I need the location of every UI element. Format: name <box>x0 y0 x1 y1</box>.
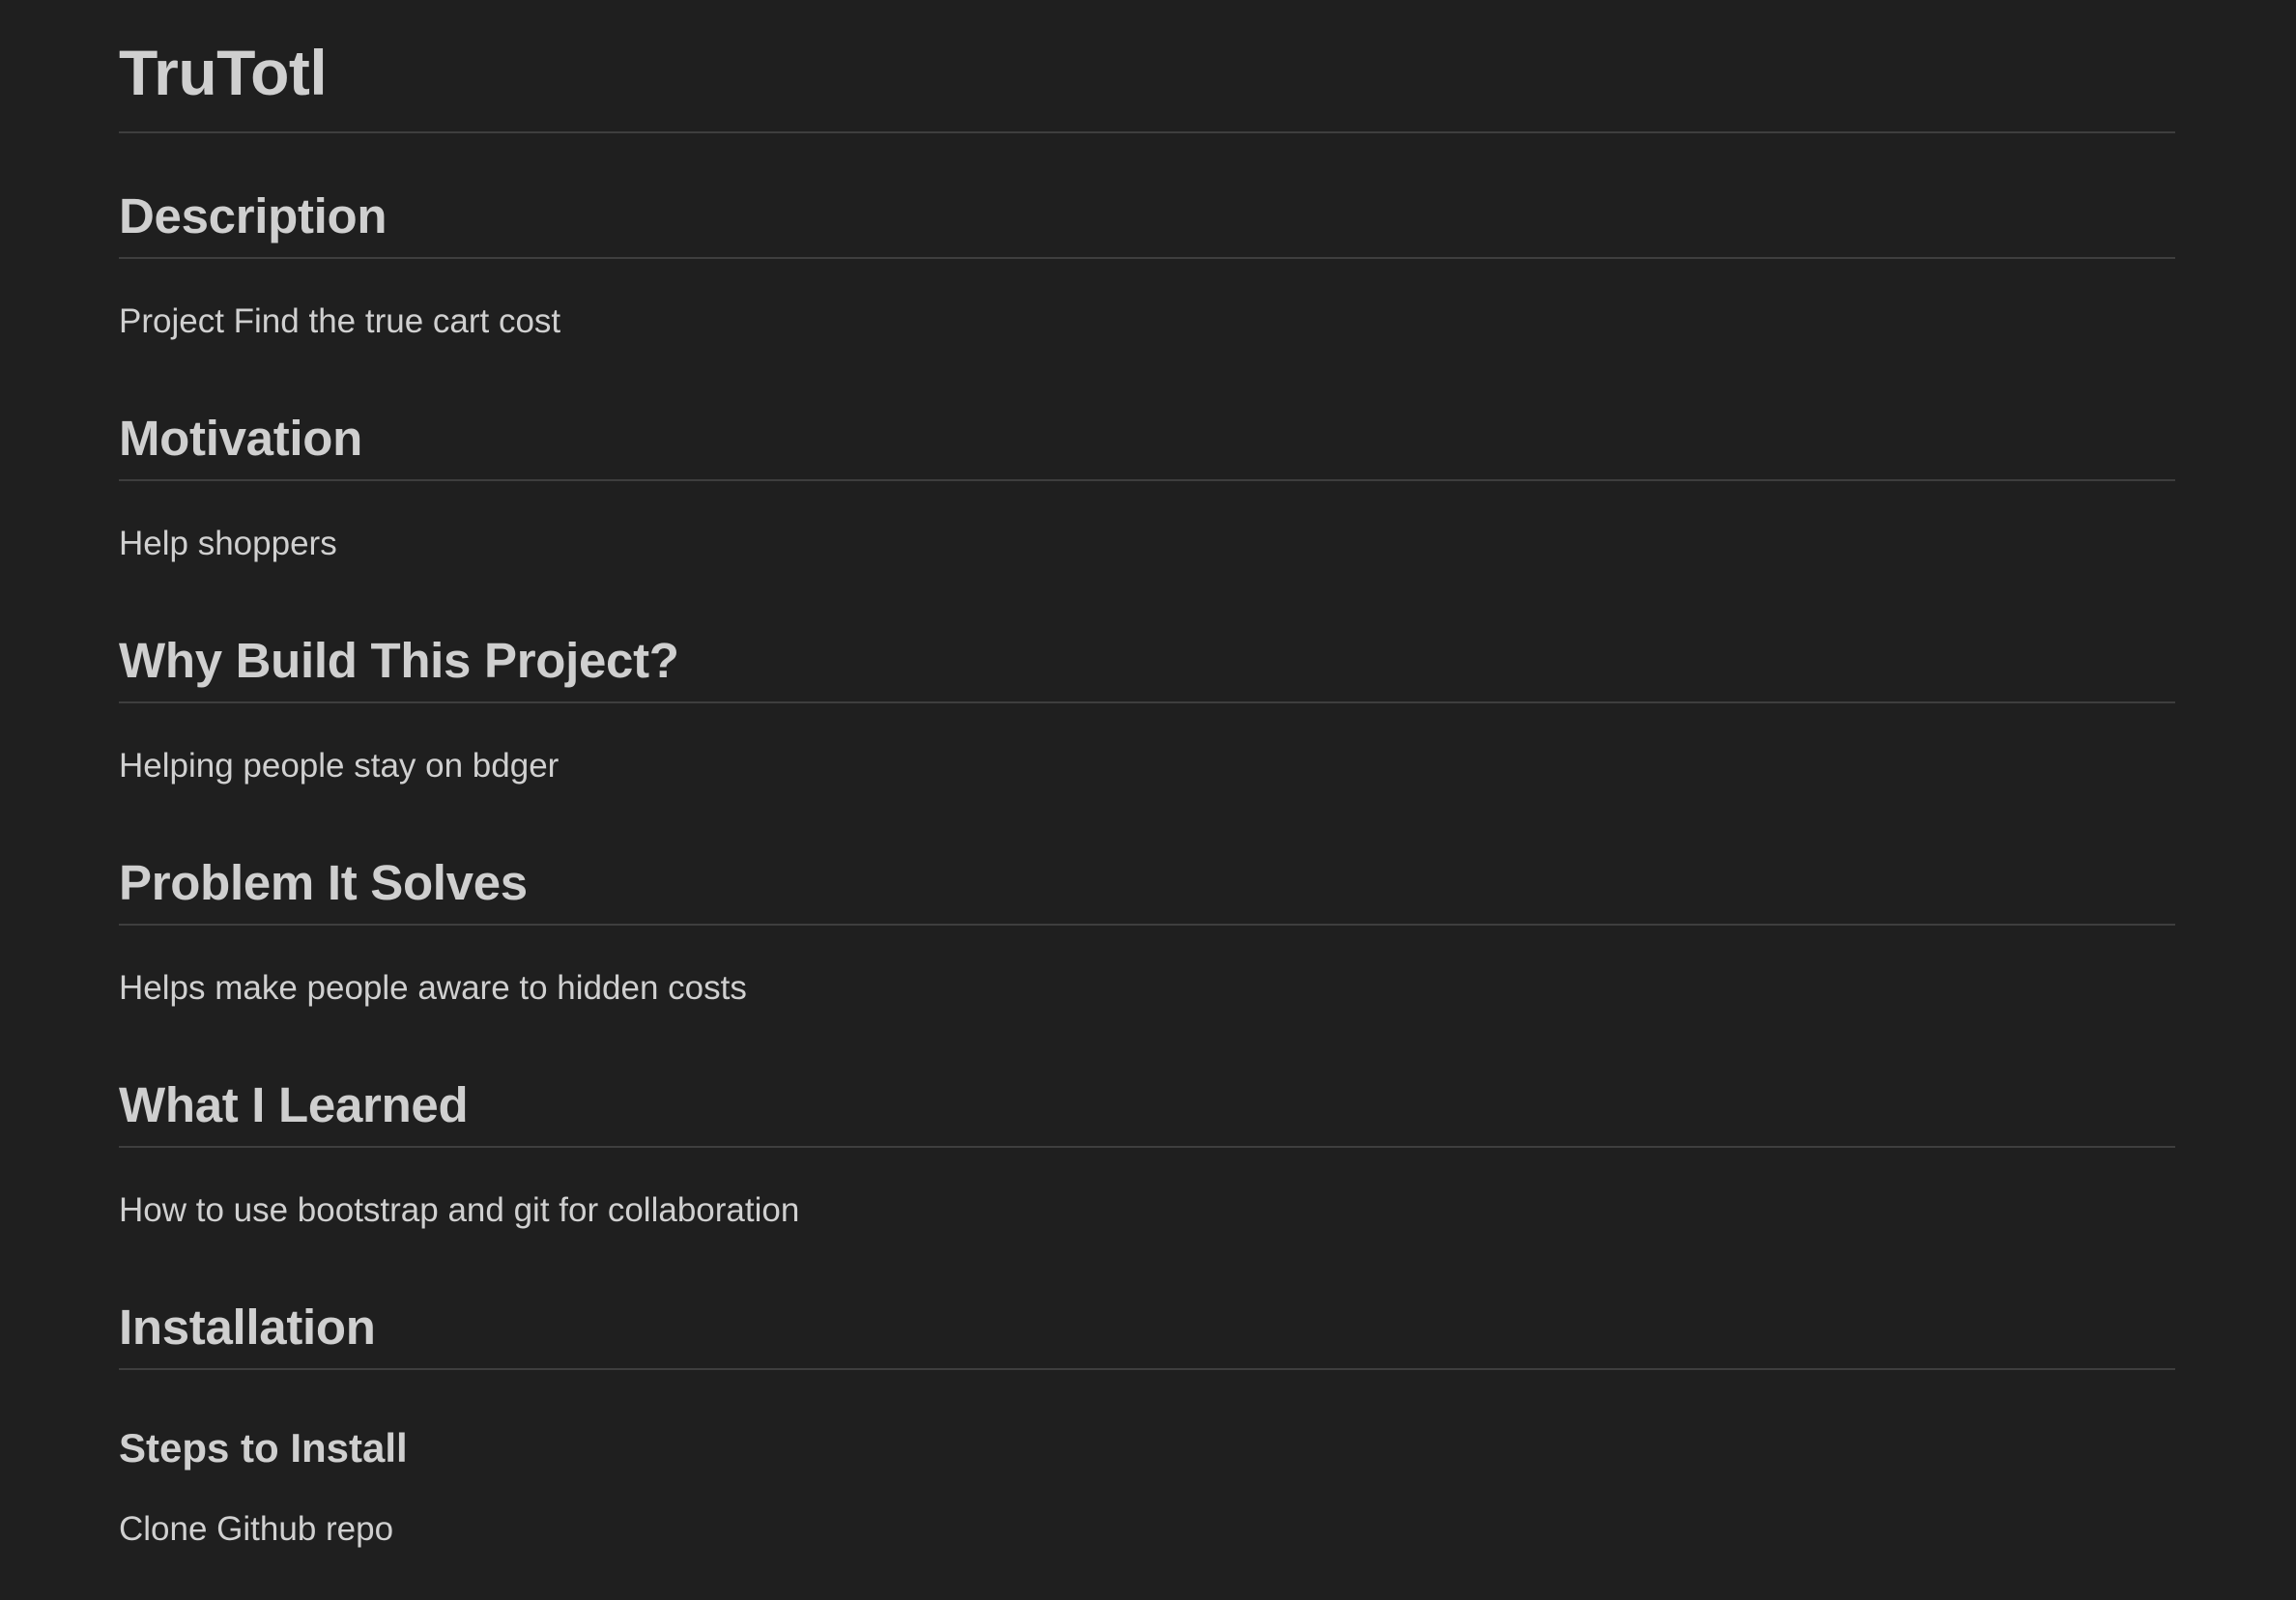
section-divider <box>119 701 2175 703</box>
section-body: How to use bootstrap and git for collabo… <box>119 1191 800 1229</box>
section-divider <box>119 479 2175 481</box>
section-divider <box>119 924 2175 926</box>
section-heading: Description <box>119 188 387 243</box>
section-why-build: Why Build This Project? Helping people s… <box>119 632 2175 786</box>
section-heading: What I Learned <box>119 1077 469 1132</box>
section-installation: Installation Steps to Install Clone Gith… <box>119 1299 2175 1550</box>
section-learned: What I Learned How to use bootstrap and … <box>119 1076 2175 1231</box>
title-divider <box>119 131 2175 133</box>
section-divider <box>119 1368 2175 1370</box>
section-body: Help shoppers <box>119 525 337 562</box>
markdown-document: TruTotl Description Project Find the tru… <box>119 0 2175 1548</box>
section-heading: Motivation <box>119 411 362 466</box>
section-divider <box>119 257 2175 259</box>
section-heading: Why Build This Project? <box>119 633 679 688</box>
section-description: Description Project Find the true cart c… <box>119 187 2175 342</box>
section-motivation: Motivation Help shoppers <box>119 410 2175 564</box>
section-heading: Problem It Solves <box>119 855 528 910</box>
page-title: TruTotl <box>119 37 328 108</box>
section-heading: Installation <box>119 1300 376 1355</box>
section-divider <box>119 1146 2175 1148</box>
section-body: Project Find the true cart cost <box>119 302 561 340</box>
section-body: Helping people stay on bdger <box>119 747 560 785</box>
section-body: Helps make people aware to hidden costs <box>119 969 747 1007</box>
subsection-heading: Steps to Install <box>119 1425 408 1471</box>
subsection-body: Clone Github repo <box>119 1510 394 1548</box>
section-problem: Problem It Solves Helps make people awar… <box>119 854 2175 1009</box>
